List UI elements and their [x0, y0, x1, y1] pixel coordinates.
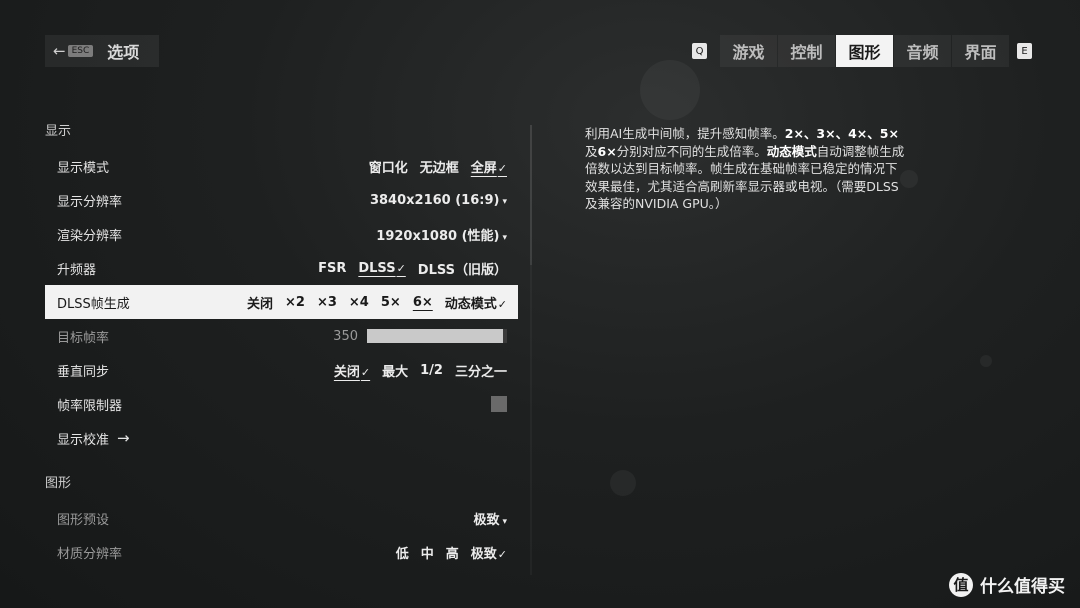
setting-description: 利用AI生成中间帧，提升感知帧率。2×、3×、4×、5×及6×分别对应不同的生成…	[585, 126, 905, 211]
back-arrow-icon: ←	[53, 42, 66, 60]
option-x4[interactable]: ×4	[349, 295, 369, 310]
tab-interface[interactable]: 界面	[952, 35, 1009, 67]
option-dlss[interactable]: DLSS✓	[358, 261, 405, 276]
setting-label: 材质分辨率	[57, 546, 123, 562]
setting-render-resolution[interactable]: 渲染分辨率 1920x1080 (性能) ▾	[45, 217, 518, 251]
option-borderless[interactable]: 无边框	[420, 157, 459, 176]
setting-texture-resolution[interactable]: 材质分辨率 低 中 高 极致✓	[45, 535, 518, 569]
option-x3[interactable]: ×3	[317, 295, 337, 310]
tab-controls[interactable]: 控制	[778, 35, 835, 67]
setting-label: 垂直同步	[57, 364, 110, 380]
setting-display-mode[interactable]: 显示模式 窗口化 无边框 全屏✓	[45, 149, 518, 183]
settings-list: 显示 显示模式 窗口化 无边框 全屏✓ 显示分辨率 3840x2160 (16:…	[45, 115, 518, 569]
setting-label: 显示校准	[57, 432, 110, 448]
tab-graphics[interactable]: 图形	[836, 35, 893, 67]
option-high[interactable]: 高	[446, 543, 459, 562]
option-5x[interactable]: 5×	[381, 295, 401, 310]
arrow-right-icon: →	[117, 429, 130, 447]
scrollbar-track	[530, 265, 532, 575]
background-speck	[610, 470, 636, 496]
caret-down-icon: ▾	[502, 232, 507, 243]
option-dynamic[interactable]: 动态模式✓	[445, 293, 507, 312]
esc-key-hint: ESC	[67, 45, 94, 57]
option-low[interactable]: 低	[396, 543, 409, 562]
setting-label: 渲染分辨率	[57, 228, 123, 244]
option-windowed[interactable]: 窗口化	[369, 157, 408, 176]
setting-label: 显示分辨率	[57, 194, 123, 210]
setting-target-fps[interactable]: 目标帧率 350	[45, 319, 518, 353]
watermark-logo: 值	[949, 572, 973, 597]
setting-fps-limiter[interactable]: 帧率限制器	[45, 387, 518, 421]
option-ultra[interactable]: 极致✓	[471, 543, 507, 562]
next-tab-key-hint: E	[1017, 43, 1032, 59]
setting-label: 显示模式	[57, 160, 110, 176]
setting-label: DLSS帧生成	[57, 296, 130, 312]
setting-graphics-preset[interactable]: 图形预设 极致 ▾	[45, 501, 518, 535]
render-resolution-dropdown[interactable]: 1920x1080 (性能) ▾	[376, 225, 507, 244]
background-speck	[980, 355, 992, 367]
caret-down-icon: ▾	[502, 516, 507, 527]
option-off[interactable]: 关闭	[247, 293, 273, 312]
caret-down-icon: ▾	[502, 196, 507, 207]
setting-display-resolution[interactable]: 显示分辨率 3840x2160 (16:9) ▾	[45, 183, 518, 217]
option-half[interactable]: 1/2	[420, 363, 443, 378]
option-fsr[interactable]: FSR	[318, 261, 346, 276]
target-fps-slider[interactable]	[367, 329, 507, 343]
check-icon: ✓	[497, 297, 507, 311]
check-icon: ✓	[497, 547, 507, 561]
scrollbar[interactable]	[530, 125, 532, 265]
preset-dropdown[interactable]: 极致 ▾	[473, 509, 507, 528]
option-off[interactable]: 关闭✓	[334, 361, 370, 380]
option-max[interactable]: 最大	[382, 361, 408, 380]
setting-label: 目标帧率	[57, 330, 110, 346]
slider-fill	[367, 329, 503, 343]
tab-audio[interactable]: 音频	[894, 35, 951, 67]
option-fullscreen[interactable]: 全屏✓	[471, 157, 507, 176]
setting-upscaler[interactable]: 升频器 FSR DLSS✓ DLSS（旧版）	[45, 251, 518, 285]
option-6x[interactable]: 6×	[413, 295, 433, 310]
option-dlss-legacy[interactable]: DLSS（旧版）	[418, 259, 507, 278]
option-third[interactable]: 三分之一	[455, 361, 507, 380]
section-graphics: 图形	[45, 476, 72, 491]
setting-label: 帧率限制器	[57, 398, 123, 414]
back-label: 选项	[107, 43, 140, 62]
section-display: 显示	[45, 124, 72, 139]
option-medium[interactable]: 中	[421, 543, 434, 562]
tab-game[interactable]: 游戏	[720, 35, 777, 67]
option-x2[interactable]: ×2	[285, 295, 305, 310]
check-icon: ✓	[360, 365, 371, 379]
setting-label: 图形预设	[57, 512, 110, 528]
setting-dlss-framegen[interactable]: DLSS帧生成 关闭 ×2 ×3 ×4 5× 6× 动态模式✓	[45, 285, 518, 319]
setting-label: 升频器	[57, 262, 97, 278]
check-icon: ✓	[497, 161, 507, 175]
slider-value: 350	[333, 328, 358, 344]
setting-display-calibration[interactable]: 显示校准 →	[45, 421, 518, 455]
background-speck	[640, 60, 700, 120]
prev-tab-key-hint: Q	[692, 43, 707, 59]
tab-bar: 游戏 控制 图形 音频 界面	[720, 35, 1010, 67]
setting-vsync[interactable]: 垂直同步 关闭✓ 最大 1/2 三分之一	[45, 353, 518, 387]
fps-limiter-checkbox[interactable]	[491, 396, 507, 412]
back-button[interactable]: ← ESC 选项	[45, 35, 159, 67]
check-icon: ✓	[396, 261, 406, 275]
watermark-text: 什么值得买	[980, 577, 1065, 597]
resolution-dropdown[interactable]: 3840x2160 (16:9) ▾	[370, 193, 507, 208]
watermark: 值 什么值得买	[949, 572, 1065, 597]
